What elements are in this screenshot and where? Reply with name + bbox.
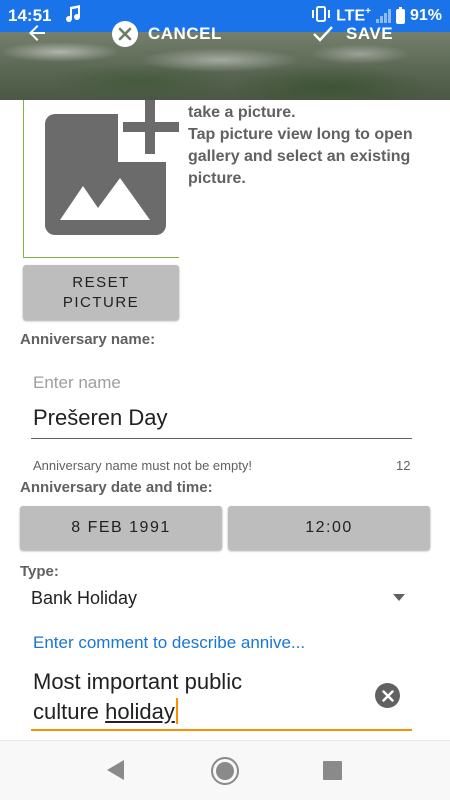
save-button[interactable]: SAVE [312,20,393,48]
anniversary-name-label: Anniversary name: [20,331,156,348]
nav-recents-icon[interactable] [323,761,342,780]
comment-line-1: Most important public [33,669,243,694]
text-cursor [175,698,178,724]
name-char-counter: 12 [396,458,411,473]
dropdown-arrow-icon[interactable] [393,594,405,601]
name-input-underline [31,438,412,439]
comment-hint: Enter comment to describe annive... [33,633,306,652]
battery-icon [395,6,405,24]
anniversary-date-label: Anniversary date and time: [20,479,213,496]
name-error-text: Anniversary name must not be empty! [33,458,252,473]
cancel-button[interactable]: CANCEL [112,20,222,48]
reset-picture-button[interactable]: RESET PICTURE [23,265,179,320]
close-icon [381,689,394,702]
clear-text-button[interactable] [375,683,400,708]
cancel-label: CANCEL [148,24,222,43]
comment-line-2-prefix: culture [33,699,106,724]
date-button[interactable]: 8 FEB 1991 [20,506,222,550]
comment-input-underline [31,729,412,731]
back-button[interactable] [22,18,52,48]
nav-back-icon[interactable] [107,760,124,780]
navigation-bar [0,740,450,800]
time-button[interactable]: 12:00 [228,506,430,550]
save-label: SAVE [346,24,394,43]
picture-help-text: take a picture. Tap picture view long to… [188,104,413,187]
comment-underlined-word: holiday [105,699,175,724]
battery-percent: 91% [409,7,442,24]
name-field-hint: Enter name [33,373,121,392]
cancel-circle-icon [112,21,138,47]
name-input[interactable]: Prešeren Day [33,405,168,431]
comment-input[interactable]: Most important public culture holiday [33,667,363,727]
type-label: Type: [20,563,59,580]
checkmark-icon [313,26,333,42]
music-note-icon [65,4,81,28]
type-spinner[interactable]: Bank Holiday [31,588,137,609]
nav-home-icon[interactable] [211,757,239,785]
arrow-back-icon [29,25,45,41]
add-photo-icon[interactable] [45,100,185,243]
